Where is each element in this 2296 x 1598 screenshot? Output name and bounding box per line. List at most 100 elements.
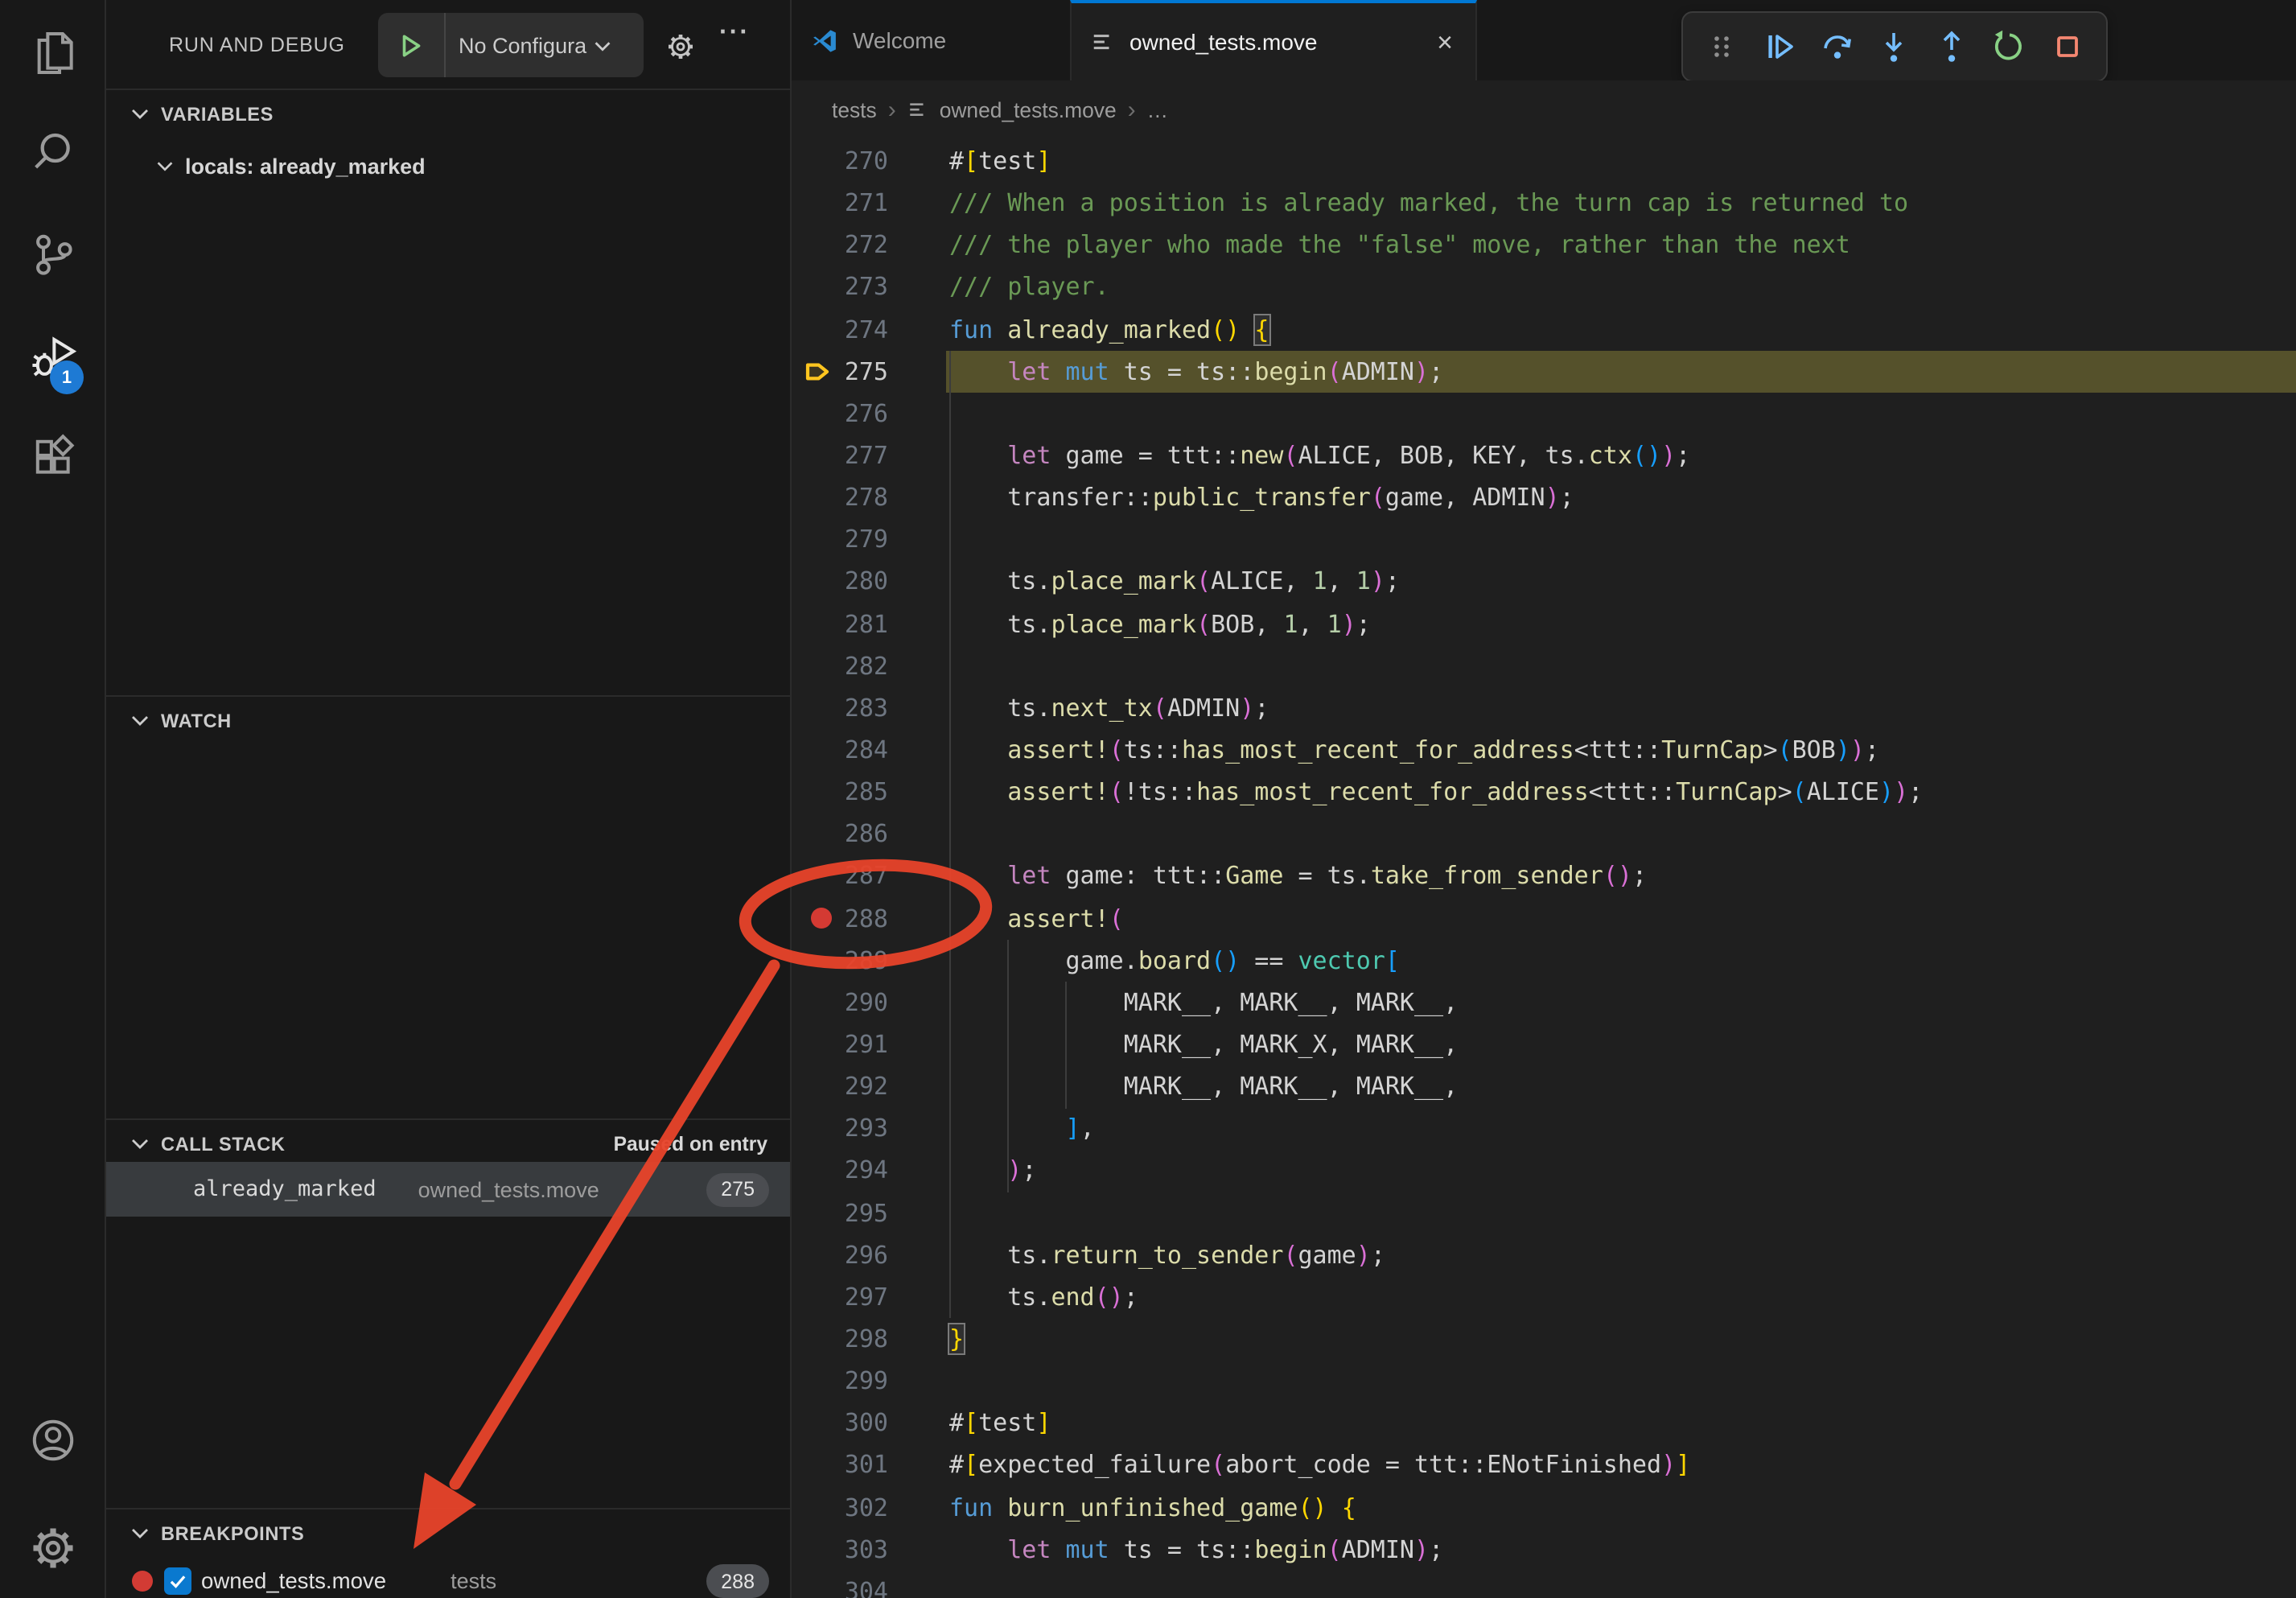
call-stack-frame[interactable]: already_marked owned_tests.move 275 xyxy=(106,1162,790,1217)
stop-button[interactable] xyxy=(2047,26,2088,68)
line-number[interactable]: 301 xyxy=(843,1451,888,1480)
gutter-line-295[interactable] xyxy=(792,1192,843,1234)
gutter-line-283[interactable] xyxy=(792,687,843,729)
gutter-line-288[interactable] xyxy=(792,897,843,939)
gutter-line-284[interactable] xyxy=(792,729,843,771)
gutter-line-304[interactable] xyxy=(792,1571,843,1598)
code-line-293[interactable]: 293 ], xyxy=(792,1107,2296,1149)
line-number[interactable]: 286 xyxy=(843,820,888,849)
section-header-watch[interactable]: WATCH xyxy=(106,697,790,745)
gutter-line-296[interactable] xyxy=(792,1234,843,1275)
editor-code[interactable]: 270#[test]271/// When a position is alre… xyxy=(792,140,2296,1598)
source-control-icon[interactable] xyxy=(27,227,79,278)
code-line-284[interactable]: 284 assert!(ts::has_most_recent_for_addr… xyxy=(792,729,2296,771)
gutter-line-279[interactable] xyxy=(792,519,843,561)
gutter-line-293[interactable] xyxy=(792,1107,843,1149)
breadcrumb-item-more[interactable]: … xyxy=(1147,98,1168,122)
code-line-273[interactable]: 273/// player. xyxy=(792,266,2296,308)
code-line-288[interactable]: 288 assert!( xyxy=(792,897,2296,939)
code-line-276[interactable]: 276 xyxy=(792,393,2296,435)
close-icon[interactable]: × xyxy=(1434,28,1456,56)
gutter-line-297[interactable] xyxy=(792,1276,843,1318)
gutter-line-301[interactable] xyxy=(792,1444,843,1486)
line-number[interactable]: 288 xyxy=(843,904,888,933)
step-over-button[interactable] xyxy=(1816,26,1858,68)
gutter-line-303[interactable] xyxy=(792,1528,843,1570)
code-line-299[interactable]: 299 xyxy=(792,1360,2296,1402)
line-number[interactable]: 282 xyxy=(843,652,888,681)
gutter-line-285[interactable] xyxy=(792,771,843,813)
start-debug-button[interactable] xyxy=(378,13,446,77)
gutter-line-299[interactable] xyxy=(792,1360,843,1402)
line-number[interactable]: 298 xyxy=(843,1324,888,1353)
code-line-290[interactable]: 290 MARK__, MARK__, MARK__, xyxy=(792,982,2296,1023)
line-number[interactable]: 281 xyxy=(843,609,888,638)
code-line-294[interactable]: 294 ); xyxy=(792,1150,2296,1192)
code-line-285[interactable]: 285 assert!(!ts::has_most_recent_for_add… xyxy=(792,771,2296,813)
gutter-line-300[interactable] xyxy=(792,1402,843,1444)
search-icon[interactable] xyxy=(27,126,79,177)
tab-welcome[interactable]: Welcome xyxy=(792,0,1070,80)
gutter-line-278[interactable] xyxy=(792,476,843,518)
code-line-279[interactable]: 279 xyxy=(792,519,2296,561)
debug-settings-gear-icon[interactable] xyxy=(665,31,697,63)
line-number[interactable]: 273 xyxy=(843,273,888,302)
variables-scope-row[interactable]: locals: already_marked xyxy=(106,142,790,190)
line-number[interactable]: 296 xyxy=(843,1240,888,1269)
breadcrumb-item-file[interactable]: owned_tests.move xyxy=(940,98,1117,122)
section-header-variables[interactable]: VARIABLES xyxy=(106,90,790,138)
gutter-line-280[interactable] xyxy=(792,561,843,603)
code-line-289[interactable]: 289 game.board() == vector[ xyxy=(792,939,2296,981)
restart-button[interactable] xyxy=(1989,26,2031,68)
code-line-292[interactable]: 292 MARK__, MARK__, MARK__, xyxy=(792,1065,2296,1107)
more-actions-icon[interactable]: ··· xyxy=(719,19,750,48)
line-number[interactable]: 271 xyxy=(843,188,888,217)
step-out-button[interactable] xyxy=(1932,26,1973,68)
line-number[interactable]: 290 xyxy=(843,988,888,1017)
line-number[interactable]: 278 xyxy=(843,483,888,512)
line-number[interactable]: 275 xyxy=(843,357,888,386)
code-line-297[interactable]: 297 ts.end(); xyxy=(792,1276,2296,1318)
code-line-287[interactable]: 287 let game: ttt::Game = ts.take_from_s… xyxy=(792,855,2296,897)
gutter-line-276[interactable] xyxy=(792,393,843,435)
code-line-291[interactable]: 291 MARK__, MARK_X, MARK__, xyxy=(792,1023,2296,1065)
code-line-275[interactable]: 275 let mut ts = ts::begin(ADMIN); xyxy=(792,350,2296,392)
gutter-line-271[interactable] xyxy=(792,182,843,224)
gutter-line-282[interactable] xyxy=(792,645,843,686)
gutter-line-294[interactable] xyxy=(792,1150,843,1192)
toolbar-drag-handle-icon[interactable] xyxy=(1701,26,1743,68)
line-number[interactable]: 285 xyxy=(843,777,888,806)
code-line-286[interactable]: 286 xyxy=(792,813,2296,855)
gutter-line-273[interactable] xyxy=(792,266,843,308)
code-line-277[interactable]: 277 let game = ttt::new(ALICE, BOB, KEY,… xyxy=(792,435,2296,476)
breadcrumb-item-tests[interactable]: tests xyxy=(832,98,877,122)
gutter-line-270[interactable] xyxy=(792,140,843,182)
section-header-breakpoints[interactable]: BREAKPOINTS xyxy=(106,1509,790,1558)
gutter-line-302[interactable] xyxy=(792,1486,843,1528)
code-line-300[interactable]: 300#[test] xyxy=(792,1402,2296,1444)
code-line-274[interactable]: 274fun already_marked() { xyxy=(792,308,2296,350)
gutter-line-274[interactable] xyxy=(792,308,843,350)
code-line-281[interactable]: 281 ts.place_mark(BOB, 1, 1); xyxy=(792,603,2296,645)
code-line-301[interactable]: 301#[expected_failure(abort_code = ttt::… xyxy=(792,1444,2296,1486)
gutter-line-281[interactable] xyxy=(792,603,843,645)
line-number[interactable]: 293 xyxy=(843,1114,888,1143)
tab-owned-tests-move[interactable]: owned_tests.move × xyxy=(1070,0,1477,80)
breakpoint-item[interactable]: owned_tests.move tests 288 xyxy=(106,1556,790,1598)
line-number[interactable]: 272 xyxy=(843,231,888,260)
gutter-line-286[interactable] xyxy=(792,813,843,855)
gutter-line-272[interactable] xyxy=(792,224,843,266)
line-number[interactable]: 280 xyxy=(843,567,888,596)
section-header-call-stack[interactable]: CALL STACK Paused on entry xyxy=(106,1120,790,1168)
settings-gear-icon[interactable] xyxy=(27,1522,79,1574)
code-line-271[interactable]: 271/// When a position is already marked… xyxy=(792,182,2296,224)
line-number[interactable]: 279 xyxy=(843,525,888,554)
code-line-272[interactable]: 272/// the player who made the "false" m… xyxy=(792,224,2296,266)
gutter-line-289[interactable] xyxy=(792,939,843,981)
code-line-302[interactable]: 302fun burn_unfinished_game() { xyxy=(792,1486,2296,1528)
code-line-295[interactable]: 295 xyxy=(792,1192,2296,1234)
continue-button[interactable] xyxy=(1759,26,1800,68)
code-line-303[interactable]: 303 let mut ts = ts::begin(ADMIN); xyxy=(792,1528,2296,1570)
line-number[interactable]: 277 xyxy=(843,441,888,470)
code-line-280[interactable]: 280 ts.place_mark(ALICE, 1, 1); xyxy=(792,561,2296,603)
